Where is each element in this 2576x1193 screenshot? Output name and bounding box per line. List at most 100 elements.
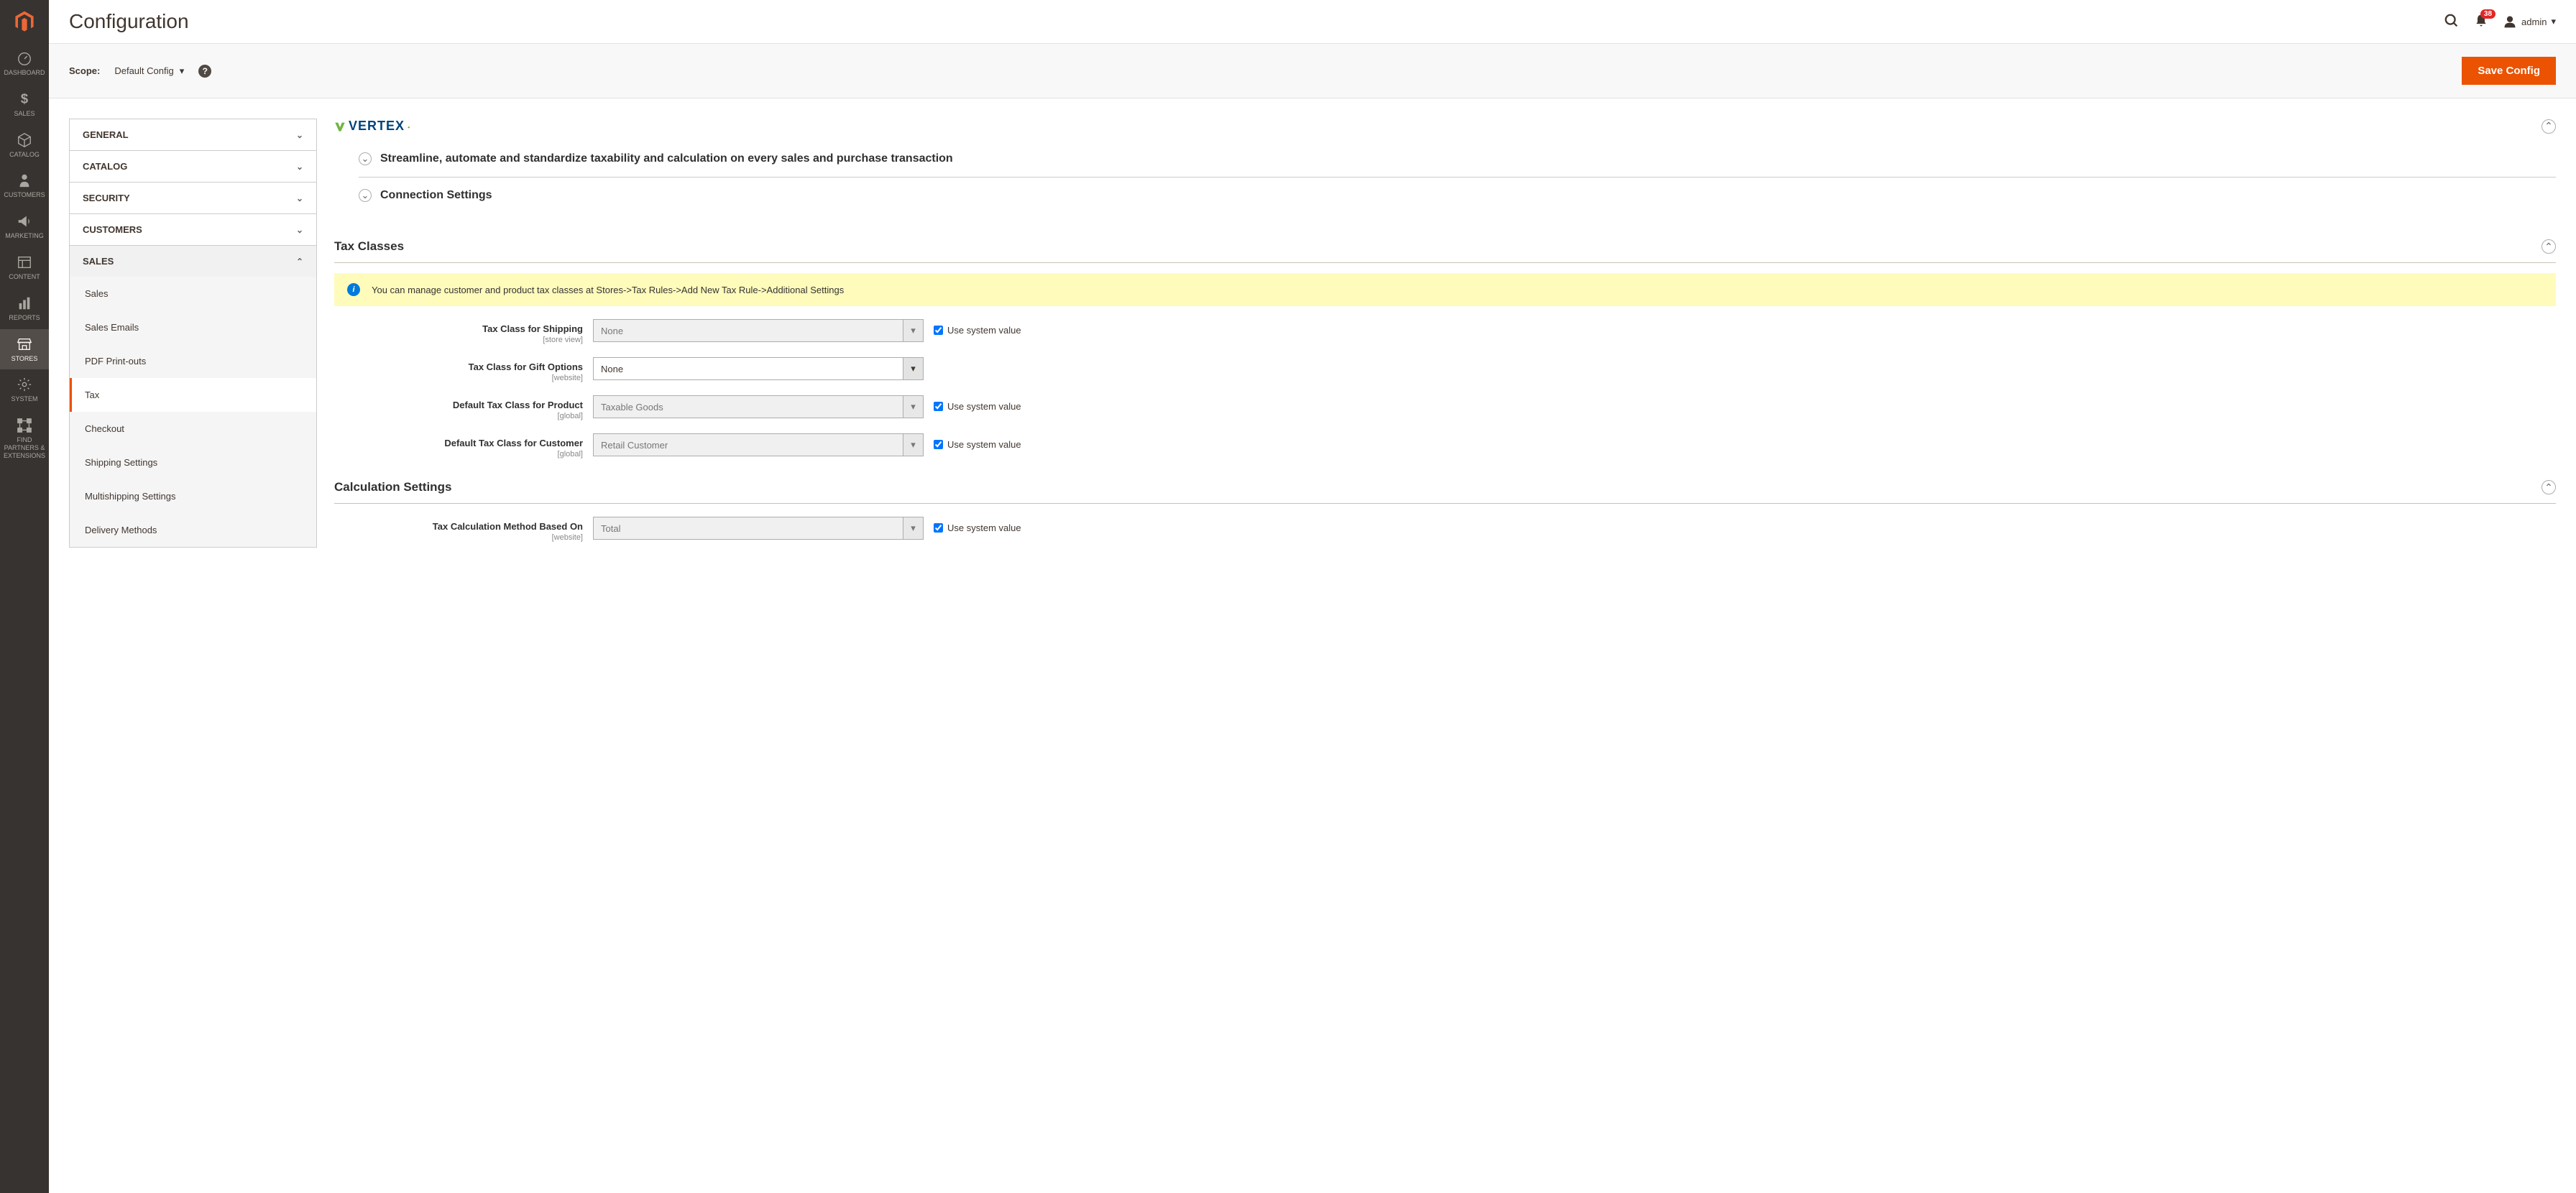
magento-logo-icon xyxy=(12,9,37,34)
admin-user-label: admin xyxy=(2521,17,2547,27)
search-icon xyxy=(2444,13,2460,29)
expand-toggle[interactable]: ⌄ xyxy=(359,189,372,202)
system-value-label[interactable]: Use system value xyxy=(947,439,1021,450)
nav-item-label: CATALOG xyxy=(9,151,40,159)
config-subitem[interactable]: Multishipping Settings xyxy=(70,479,316,513)
help-icon[interactable]: ? xyxy=(198,65,211,78)
system-value-label[interactable]: Use system value xyxy=(947,325,1021,336)
field-value: None xyxy=(601,364,623,374)
calculation-settings-group: Calculation Settings ⌃ Tax Calculation M… xyxy=(334,471,2556,542)
magento-logo[interactable] xyxy=(0,0,49,43)
search-button[interactable] xyxy=(2444,13,2460,31)
notifications-button[interactable]: 38 xyxy=(2474,14,2488,30)
system-value-checkbox[interactable] xyxy=(934,440,943,449)
collapse-toggle[interactable]: ⌃ xyxy=(2542,480,2556,494)
config-section-header[interactable]: CATALOG⌄ xyxy=(70,151,316,182)
nav-item-label: SALES xyxy=(14,110,34,118)
config-section: SECURITY⌄ xyxy=(69,182,317,213)
system-icon xyxy=(17,377,32,392)
nav-item-system[interactable]: SYSTEM xyxy=(0,369,49,410)
partners-icon xyxy=(17,418,32,433)
nav-item-label: CONTENT xyxy=(9,273,40,281)
config-subitem[interactable]: Sales xyxy=(70,277,316,310)
system-value-label[interactable]: Use system value xyxy=(947,401,1021,412)
config-layout: GENERAL⌄CATALOG⌄SECURITY⌄CUSTOMERS⌄SALES… xyxy=(49,98,2576,575)
scope-left: Scope: Default Config ▾ ? xyxy=(69,65,211,78)
config-section-header[interactable]: SALES⌃ xyxy=(70,246,316,277)
page-header: Configuration 38 admin ▾ xyxy=(49,0,2576,43)
chevron-down-icon: ▾ xyxy=(2551,16,2556,27)
nav-item-sales[interactable]: $SALES xyxy=(0,84,49,125)
nav-item-label: FIND PARTNERS & EXTENSIONS xyxy=(3,436,46,459)
nav-item-label: SYSTEM xyxy=(11,395,37,403)
scope-select[interactable]: Default Config ▾ xyxy=(114,65,184,77)
calculation-settings-header[interactable]: Calculation Settings ⌃ xyxy=(334,471,2556,504)
info-text: You can manage customer and product tax … xyxy=(372,285,844,295)
field-control: Total ▾ xyxy=(593,517,924,540)
config-section-label: CATALOG xyxy=(83,161,127,172)
nav-item-content[interactable]: CONTENT xyxy=(0,247,49,288)
collapse-toggle[interactable]: ⌃ xyxy=(2542,119,2556,134)
scope-label: Scope: xyxy=(69,65,100,76)
nav-item-reports[interactable]: REPORTS xyxy=(0,288,49,329)
nav-item-marketing[interactable]: MARKETING xyxy=(0,206,49,247)
config-section: CATALOG⌄ xyxy=(69,150,317,182)
vertex-dot-icon xyxy=(408,124,412,129)
config-subitems: SalesSales EmailsPDF Print-outsTaxChecko… xyxy=(70,277,316,547)
field-scope: [global] xyxy=(334,450,583,459)
vertex-subsection-header[interactable]: ⌄Streamline, automate and standardize ta… xyxy=(359,141,2556,178)
config-section-label: GENERAL xyxy=(83,129,129,140)
config-content: VERTEX ⌃ ⌄Streamline, automate and stand… xyxy=(334,119,2556,555)
expand-toggle[interactable]: ⌄ xyxy=(359,152,372,165)
select-arrow-icon: ▾ xyxy=(903,320,923,341)
content-icon xyxy=(17,254,32,270)
config-subitem[interactable]: Delivery Methods xyxy=(70,513,316,547)
use-system-value: Use system value xyxy=(934,395,1021,412)
vertex-subsections: ⌄Streamline, automate and standardize ta… xyxy=(334,141,2556,213)
tax-classes-header[interactable]: Tax Classes ⌃ xyxy=(334,231,2556,263)
config-section-header[interactable]: SECURITY⌄ xyxy=(70,183,316,213)
user-icon xyxy=(2503,14,2517,29)
system-value-checkbox[interactable] xyxy=(934,523,943,533)
field-label: Tax Calculation Method Based On xyxy=(334,521,583,532)
config-subitem[interactable]: Sales Emails xyxy=(70,310,316,344)
nav-item-catalog[interactable]: CATALOG xyxy=(0,125,49,166)
admin-user-menu[interactable]: admin ▾ xyxy=(2503,14,2556,29)
config-section: CUSTOMERS⌄ xyxy=(69,213,317,245)
collapse-toggle[interactable]: ⌃ xyxy=(2542,239,2556,254)
vertex-subsection-header[interactable]: ⌄ Connection Settings xyxy=(359,178,2556,213)
config-field: Tax Class for Gift Options [website] Non… xyxy=(334,357,2556,382)
config-section-header[interactable]: CUSTOMERS⌄ xyxy=(70,214,316,245)
config-subitem[interactable]: PDF Print-outs xyxy=(70,344,316,378)
field-control: None ▾ xyxy=(593,319,924,342)
vertex-logo-icon xyxy=(334,121,346,132)
nav-item-partners[interactable]: FIND PARTNERS & EXTENSIONS xyxy=(0,410,49,466)
nav-item-dashboard[interactable]: DASHBOARD xyxy=(0,43,49,84)
config-subitem[interactable]: Shipping Settings xyxy=(70,446,316,479)
system-value-checkbox[interactable] xyxy=(934,402,943,411)
field-select[interactable]: None ▾ xyxy=(593,357,924,380)
system-value-checkbox[interactable] xyxy=(934,326,943,335)
header-actions: 38 admin ▾ xyxy=(2444,13,2556,31)
system-value-label[interactable]: Use system value xyxy=(947,522,1021,533)
field-value: Taxable Goods xyxy=(601,402,663,413)
nav-item-stores[interactable]: STORES xyxy=(0,329,49,370)
main-content: Configuration 38 admin ▾ xyxy=(49,0,2576,575)
nav-item-label: CUSTOMERS xyxy=(4,191,45,199)
config-subitem[interactable]: Tax xyxy=(70,378,316,412)
vertex-subsection-title: Connection Settings xyxy=(380,189,492,202)
tax-classes-group: Tax Classes ⌃ i You can manage customer … xyxy=(334,231,2556,459)
nav-item-customers[interactable]: CUSTOMERS xyxy=(0,165,49,206)
field-label-wrap: Default Tax Class for Customer [global] xyxy=(334,433,583,459)
save-config-button[interactable]: Save Config xyxy=(2462,57,2556,85)
config-subitem[interactable]: Checkout xyxy=(70,412,316,446)
select-arrow-icon: ▾ xyxy=(903,358,923,379)
reports-icon xyxy=(17,295,32,311)
stores-icon xyxy=(17,336,32,352)
vertex-header[interactable]: VERTEX ⌃ xyxy=(334,119,2556,141)
scope-value: Default Config xyxy=(114,65,173,76)
catalog-icon xyxy=(17,132,32,148)
config-sidebar: GENERAL⌄CATALOG⌄SECURITY⌄CUSTOMERS⌄SALES… xyxy=(69,119,317,555)
config-section-header[interactable]: GENERAL⌄ xyxy=(70,119,316,150)
field-value: Retail Customer xyxy=(601,440,668,451)
